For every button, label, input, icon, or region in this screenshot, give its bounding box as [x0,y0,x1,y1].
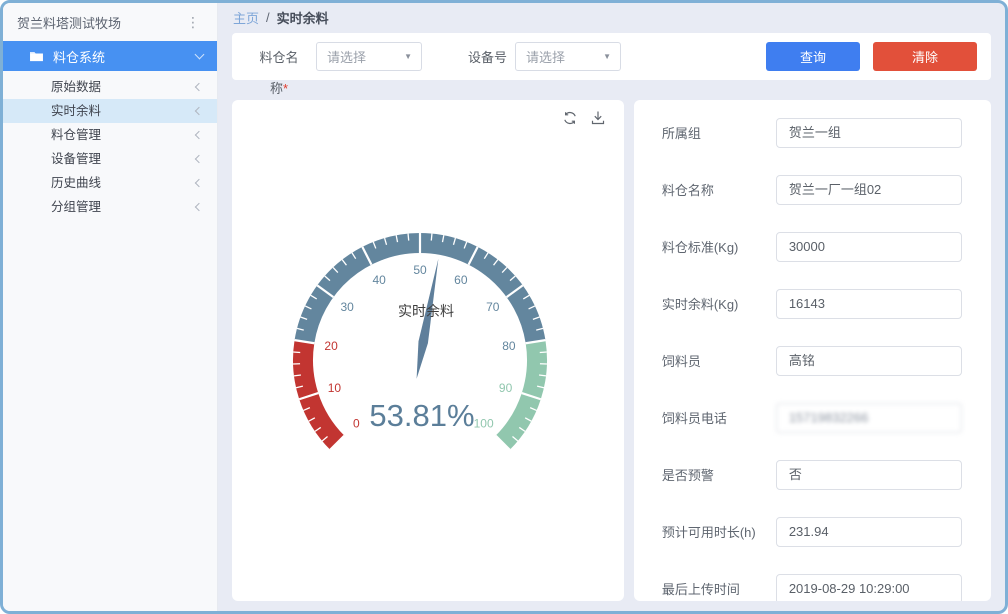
chevron-left-icon [195,83,203,91]
silo-standard-field[interactable]: 30000 [776,232,962,262]
form-row-silo-standard: 料仓标准(Kg) 30000 [634,218,991,275]
sidebar-item-label: 历史曲线 [51,176,101,190]
sidebar-item-label: 料仓管理 [51,128,101,142]
svg-text:90: 90 [499,381,513,395]
chevron-left-icon [195,107,203,115]
refresh-icon[interactable] [562,110,578,126]
sidebar-item-raw-data[interactable]: 原始数据 [3,75,217,99]
sidebar-item-device-management[interactable]: 设备管理 [3,147,217,171]
query-button[interactable]: 查询 [766,42,860,71]
device-number-select-value: 请选择 [526,47,565,66]
silo-name-field[interactable]: 贺兰一厂一组02 [776,175,962,205]
realtime-feed-gauge: 0 10 20 30 40 50 60 70 80 90 100 实时余料 53.81% [250,134,606,470]
svg-text:40: 40 [372,273,386,287]
sidebar-item-label: 分组管理 [51,200,101,214]
farm-title: 贺兰料塔测试牧场 [17,13,121,32]
group-field[interactable]: 贺兰一组 [776,118,962,148]
svg-text:53.81%: 53.81% [369,398,474,433]
device-number-select[interactable]: 请选择 ▼ [515,42,621,71]
gauge-card: 0 10 20 30 40 50 60 70 80 90 100 实时余料 53.81% [232,100,624,601]
clear-button[interactable]: 清除 [873,42,977,71]
chevron-down-icon [195,50,205,60]
field-label: 料仓标准(Kg) [662,237,776,256]
form-row-realtime-feed: 实时余料(Kg) 16143 [634,275,991,332]
feeder-phone-field[interactable]: 15719832266 [776,403,962,433]
field-label: 预计可用时长(h) [662,522,776,541]
required-asterisk: * [283,81,288,96]
breadcrumb: 主页 / 实时余料 [218,3,1005,31]
breadcrumb-home-link[interactable]: 主页 [233,8,259,27]
panels: 0 10 20 30 40 50 60 70 80 90 100 实时余料 53.81% 所属组 贺兰一… [232,100,991,601]
sidebar-item-label: 原始数据 [51,80,101,94]
sidebar-root-menu-label: 料仓系统 [53,47,105,66]
form-row-last-upload: 最后上传时间 2019-08-29 10:29:00 [634,560,991,601]
last-upload-field[interactable]: 2019-08-29 10:29:00 [776,574,962,602]
svg-text:10: 10 [328,381,342,395]
content: 料仓名 称* 请选择 ▼ 设备号 请选择 ▼ 查询 清除 [218,31,1005,611]
svg-text:50: 50 [413,263,427,277]
sidebar: 贺兰料塔测试牧场 ⋮ 料仓系统 原始数据 实时余料 料仓管理 [3,3,218,611]
feeder-field[interactable]: 高铭 [776,346,962,376]
form-row-silo-name: 料仓名称 贺兰一厂一组02 [634,161,991,218]
chevron-left-icon [195,131,203,139]
field-label: 料仓名称 [662,180,776,199]
svg-text:80: 80 [502,339,516,353]
breadcrumb-separator: / [266,10,270,25]
silo-name-select-value: 请选择 [327,47,366,66]
chevron-left-icon [195,179,203,187]
svg-text:实时余料: 实时余料 [398,303,454,319]
field-label: 实时余料(Kg) [662,294,776,313]
sidebar-item-label: 设备管理 [51,152,101,166]
sidebar-items: 原始数据 实时余料 料仓管理 设备管理 历史曲线 分组管理 [3,71,217,219]
filter-bar: 料仓名 称* 请选择 ▼ 设备号 请选择 ▼ 查询 清除 [232,33,991,80]
field-label: 最后上传时间 [662,579,776,598]
sidebar-item-group-management[interactable]: 分组管理 [3,195,217,219]
svg-text:60: 60 [454,273,468,287]
svg-text:70: 70 [486,300,500,314]
silo-name-label-line2: 称 [270,81,283,96]
device-number-label: 设备号 [468,47,507,66]
sidebar-item-history-curve[interactable]: 历史曲线 [3,171,217,195]
main-area: 主页 / 实时余料 料仓名 称* 请选择 ▼ 设备号 请选择 ▼ [218,3,1005,611]
sidebar-header: 贺兰料塔测试牧场 ⋮ [3,3,217,41]
sidebar-item-silo-management[interactable]: 料仓管理 [3,123,217,147]
folder-icon [29,50,44,62]
download-icon[interactable] [590,110,606,126]
gauge-card-toolbar [562,110,606,126]
sidebar-item-realtime-feed[interactable]: 实时余料 [3,99,217,123]
field-label: 所属组 [662,123,776,142]
realtime-feed-field[interactable]: 16143 [776,289,962,319]
sidebar-item-label: 实时余料 [51,104,101,118]
form-row-feeder: 饲料员 高铭 [634,332,991,389]
dropdown-caret-icon: ▼ [603,52,611,61]
silo-name-label: 料仓名 称* [250,42,308,104]
field-label: 是否预警 [662,465,776,484]
detail-form-card: 所属组 贺兰一组 料仓名称 贺兰一厂一组02 料仓标准(Kg) 30000 实时… [634,100,991,601]
app-window: 贺兰料塔测试牧场 ⋮ 料仓系统 原始数据 实时余料 料仓管理 [0,0,1008,614]
dropdown-caret-icon: ▼ [404,52,412,61]
kebab-menu-icon[interactable]: ⋮ [182,13,204,31]
form-row-alarm: 是否预警 否 [634,446,991,503]
field-label: 饲料员 [662,351,776,370]
form-row-feeder-phone: 饲料员电话 15719832266 [634,389,991,446]
silo-name-select[interactable]: 请选择 ▼ [316,42,422,71]
svg-text:100: 100 [474,417,494,431]
form-row-estimated-hours: 预计可用时长(h) 231.94 [634,503,991,560]
alarm-field[interactable]: 否 [776,460,962,490]
form-row-group: 所属组 贺兰一组 [634,104,991,161]
svg-text:30: 30 [340,300,354,314]
sidebar-root-menu[interactable]: 料仓系统 [3,41,217,71]
svg-text:20: 20 [324,339,338,353]
chevron-left-icon [195,155,203,163]
chevron-left-icon [195,203,203,211]
silo-name-label-line1: 料仓名 [259,50,298,65]
breadcrumb-current: 实时余料 [277,8,329,27]
svg-text:0: 0 [353,417,360,431]
estimated-hours-field[interactable]: 231.94 [776,517,962,547]
field-label: 饲料员电话 [662,408,776,427]
